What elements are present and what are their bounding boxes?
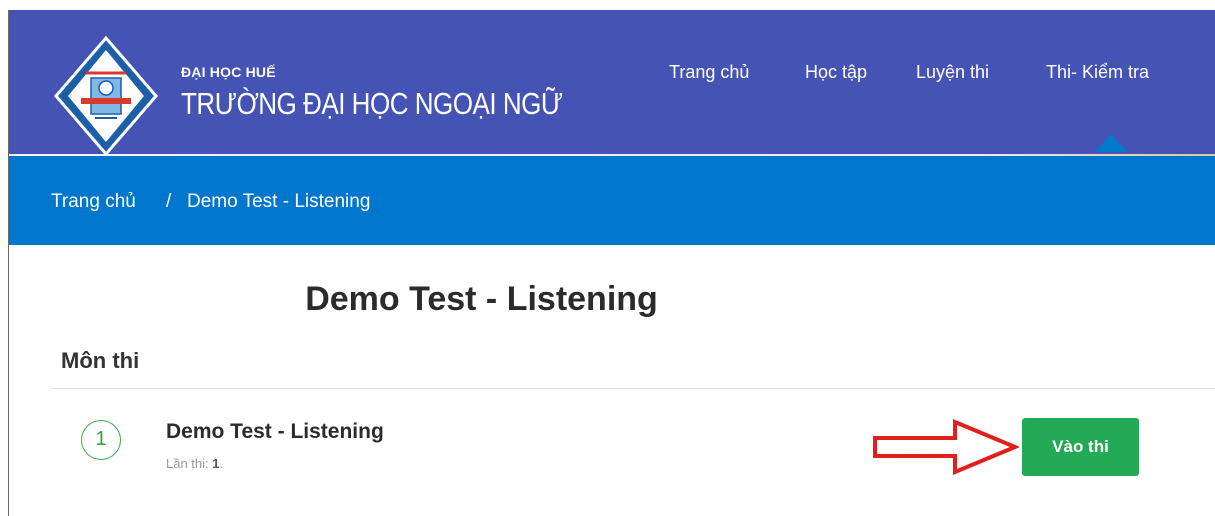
active-nav-indicator [1095, 134, 1127, 152]
exam-number-badge: 1 [81, 420, 121, 460]
page-frame: ĐẠI HỌC HUẾ TRƯỜNG ĐẠI HỌC NGOẠI NGỮ Tra… [8, 10, 1215, 516]
site-header: ĐẠI HỌC HUẾ TRƯỜNG ĐẠI HỌC NGOẠI NGỮ Tra… [9, 10, 1215, 157]
attempts-value: 1 [212, 456, 220, 471]
exam-attempts: Lần thi: 1. [166, 456, 223, 471]
section-heading: Môn thi [61, 348, 140, 373]
section-divider [51, 388, 1215, 389]
attempts-suffix: . [219, 456, 224, 471]
university-logo-icon[interactable] [53, 36, 159, 156]
university-name: ĐẠI HỌC HUẾ [181, 64, 276, 80]
attempts-label: Lần thi: [166, 456, 209, 471]
school-name[interactable]: TRƯỜNG ĐẠI HỌC NGOẠI NGỮ [181, 86, 563, 122]
nav-home[interactable]: Trang chủ [669, 62, 749, 83]
red-arrow-icon [873, 419, 1019, 475]
nav-study[interactable]: Học tập [805, 62, 867, 83]
breadcrumb-separator: / [166, 191, 172, 212]
nav-exam[interactable]: Thi- Kiểm tra [1046, 62, 1149, 83]
page-title: Demo Test - Listening [305, 280, 658, 318]
start-exam-button[interactable]: Vào thi [1022, 418, 1139, 476]
breadcrumb-home[interactable]: Trang chủ [51, 191, 136, 213]
exam-title: Demo Test - Listening [166, 420, 384, 443]
breadcrumb-current: Demo Test - Listening [187, 191, 371, 212]
nav-practice[interactable]: Luyện thi [916, 62, 989, 83]
